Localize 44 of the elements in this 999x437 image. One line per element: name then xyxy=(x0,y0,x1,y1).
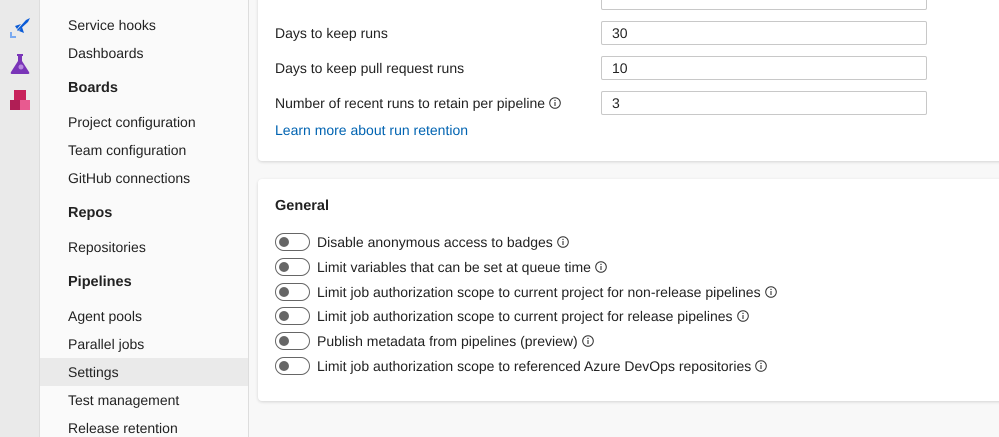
section-title: General xyxy=(275,197,330,216)
toggle-switch[interactable] xyxy=(275,332,310,350)
input-field[interactable]: 10 xyxy=(601,56,927,80)
toggle-switch[interactable] xyxy=(275,307,310,326)
input-field[interactable]: 30 xyxy=(601,20,927,44)
info-icon[interactable] xyxy=(755,360,768,372)
toggle-switch[interactable] xyxy=(275,282,310,301)
section-heading: Pipelines xyxy=(67,273,133,292)
sidebar-item[interactable]: Test management xyxy=(40,386,248,414)
info-icon[interactable] xyxy=(549,96,562,108)
sidebar-item[interactable]: Release retention xyxy=(40,414,248,437)
info-icon[interactable] xyxy=(736,310,749,322)
sidebar-item[interactable]: Parallel jobs xyxy=(40,330,248,358)
sidebar-item[interactable]: Service hooks xyxy=(40,11,248,39)
sidebar-item[interactable]: Repositories xyxy=(40,233,248,261)
sidebar-item[interactable]: GitHub connections xyxy=(40,164,248,192)
sidebar-item[interactable]: Agent pools xyxy=(40,302,248,330)
toggle-switch[interactable] xyxy=(275,356,310,375)
rocket-icon[interactable] xyxy=(8,17,30,39)
info-icon[interactable] xyxy=(764,286,777,298)
info-icon[interactable] xyxy=(594,261,607,274)
toggle-switch[interactable] xyxy=(275,258,310,276)
toggle-label: Publish metadata from pipelines (preview) xyxy=(317,333,578,350)
info-icon[interactable] xyxy=(556,236,569,248)
section-heading: Repos xyxy=(67,204,114,223)
input-field[interactable]: 3 xyxy=(601,90,927,114)
learn-more-link[interactable]: Learn more about run retention xyxy=(275,120,468,140)
sidebar-item[interactable]: Dashboards xyxy=(40,39,248,67)
toggle-label: Limit job authorization scope to referenced Azure DevOps repositories xyxy=(317,358,752,374)
sidebar-item[interactable]: Settings xyxy=(40,358,248,386)
boxes-icon[interactable] xyxy=(8,89,30,111)
section-heading: Boards xyxy=(67,79,119,98)
field-label: Days to keep runs xyxy=(275,24,388,40)
toggle-switch[interactable] xyxy=(275,233,310,252)
flask-icon[interactable] xyxy=(8,53,30,75)
sidebar-item[interactable]: Project configuration xyxy=(40,108,248,136)
toggle-label: Limit job authorization scope to current project for release pipelines xyxy=(317,308,733,324)
toggle-label: Disable anonymous access to badges xyxy=(317,234,553,250)
info-icon[interactable] xyxy=(582,335,594,348)
field-label: Days to keep pull request runs xyxy=(275,60,464,76)
toggle-label: Limit job authorization scope to current project for non-release pipelines xyxy=(317,284,761,300)
field-label: Number of recent runs to retain per pipeline xyxy=(275,94,546,110)
sidebar-item[interactable]: Team configuration xyxy=(40,136,248,164)
toggle-label: Limit variables that can be set at queue time xyxy=(317,259,591,276)
